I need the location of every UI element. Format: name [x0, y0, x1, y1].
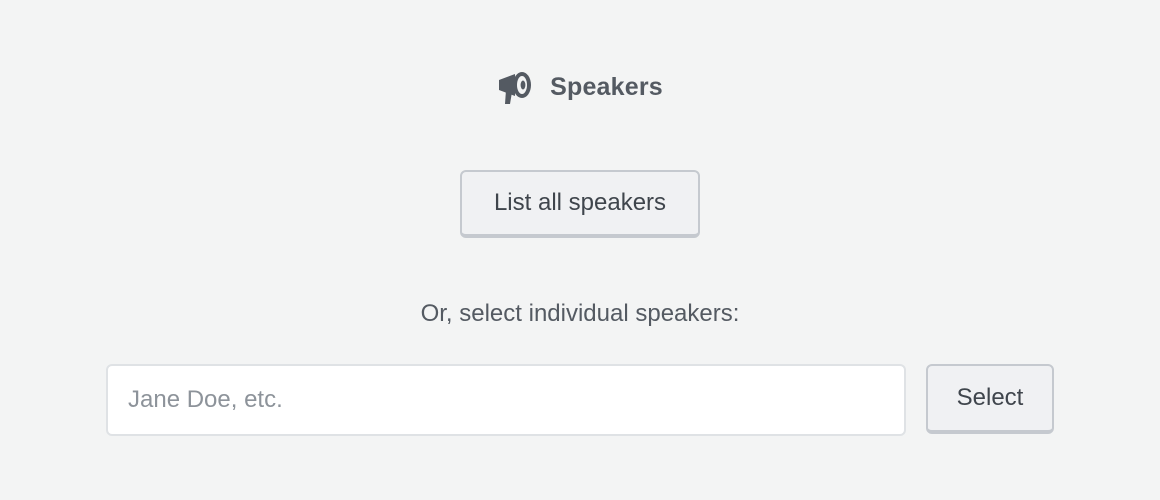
speaker-search-input[interactable] — [106, 364, 906, 436]
list-all-speakers-button[interactable]: List all speakers — [460, 170, 700, 238]
block-header: Speakers — [0, 64, 1160, 110]
select-individual-label: Or, select individual speakers: — [420, 300, 740, 327]
select-button[interactable]: Select — [926, 364, 1054, 434]
block-title: Speakers — [550, 72, 663, 101]
megaphone-icon — [497, 68, 533, 106]
speakers-placeholder: Speakers List all speakers Or, select in… — [0, 0, 1160, 500]
